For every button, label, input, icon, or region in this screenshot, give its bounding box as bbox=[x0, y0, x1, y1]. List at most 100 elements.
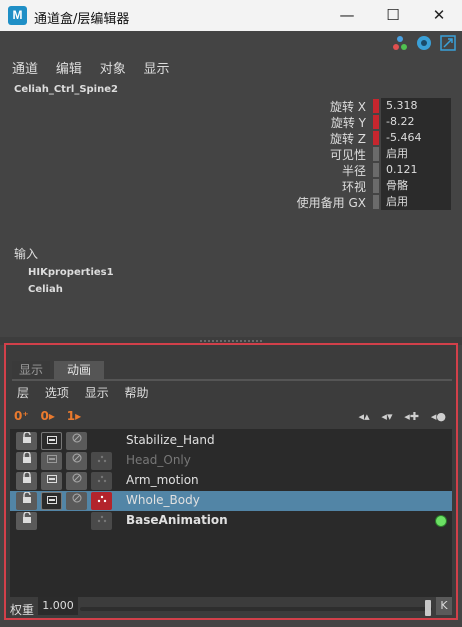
attr-label[interactable]: 旋转 Y bbox=[331, 114, 366, 131]
attr-label[interactable]: 使用备用 GX bbox=[297, 194, 366, 211]
weight-slider-track[interactable] bbox=[80, 607, 432, 611]
attr-value-field[interactable]: 骨骼 bbox=[381, 178, 451, 194]
layer-row[interactable]: Arm_motion bbox=[10, 471, 452, 491]
full-weight-key-icon[interactable]: 1▸ bbox=[67, 409, 81, 423]
ghost-icon[interactable] bbox=[91, 492, 112, 510]
ghost-icon[interactable] bbox=[91, 512, 112, 530]
solo-icon[interactable] bbox=[41, 432, 62, 450]
manipulator-icon[interactable] bbox=[392, 35, 408, 51]
lock-icon[interactable] bbox=[16, 471, 37, 490]
channel-box-tool-icons bbox=[388, 35, 456, 53]
attr-label[interactable]: 旋转 X bbox=[330, 98, 366, 115]
move-layer-down-icon[interactable]: ◂▾ bbox=[381, 410, 392, 423]
layer-row-selected[interactable]: Whole_Body bbox=[10, 491, 452, 511]
attr-value-field[interactable]: -8.22 bbox=[381, 114, 451, 130]
layer-row[interactable]: Stabilize_Hand bbox=[10, 431, 452, 451]
attr-marker bbox=[373, 195, 379, 209]
attr-row-radius: 半径 0.121 bbox=[0, 162, 462, 178]
layer-name[interactable]: Whole_Body bbox=[126, 493, 200, 507]
splitter-grip[interactable] bbox=[200, 340, 262, 342]
menu-layers[interactable]: 层 bbox=[17, 386, 29, 400]
new-layer-from-selected-icon[interactable]: ◂● bbox=[431, 410, 446, 423]
layer-list: Stabilize_Hand Head_Only Arm_motion Whol… bbox=[10, 429, 452, 597]
attr-row-rotate-y: 旋转 Y -8.22 bbox=[0, 114, 462, 130]
keyed-marker bbox=[373, 99, 379, 113]
menu-object[interactable]: 对象 bbox=[100, 62, 126, 77]
lock-icon[interactable] bbox=[16, 491, 37, 510]
solo-icon[interactable] bbox=[41, 492, 62, 510]
mute-icon[interactable] bbox=[66, 432, 87, 450]
attr-label[interactable]: 可见性 bbox=[330, 146, 366, 163]
lock-icon[interactable] bbox=[16, 451, 37, 470]
menu-options[interactable]: 选项 bbox=[45, 386, 69, 400]
layer-row[interactable]: BaseAnimation bbox=[10, 511, 452, 531]
layer-editor-panel: 显示 动画 层 选项 显示 帮助 0⁺ 0▸ 1▸ ◂▴ ◂▾ ◂✚ ◂● St… bbox=[4, 343, 458, 620]
menu-show[interactable]: 显示 bbox=[85, 386, 109, 400]
layer-tools-right: ◂▴ ◂▾ ◂✚ ◂● bbox=[351, 409, 446, 423]
layer-name[interactable]: Arm_motion bbox=[126, 473, 199, 487]
title-bar: M 通道盒/层编辑器 — ☐ ✕ bbox=[0, 0, 462, 31]
attr-row-rotate-z: 旋转 Z -5.464 bbox=[0, 130, 462, 146]
attr-value-field[interactable]: 5.318 bbox=[381, 98, 451, 114]
active-layer-indicator-icon bbox=[435, 515, 447, 527]
weight-slider-handle[interactable] bbox=[425, 600, 431, 616]
layer-editor-menu: 层 选项 显示 帮助 bbox=[17, 384, 161, 401]
menu-channels[interactable]: 通道 bbox=[12, 62, 38, 77]
new-layer-icon[interactable]: ◂✚ bbox=[404, 410, 419, 423]
lock-icon[interactable] bbox=[16, 431, 37, 450]
layer-tools-left: 0⁺ 0▸ 1▸ bbox=[14, 409, 89, 423]
weight-field[interactable]: 1.000 bbox=[38, 597, 78, 615]
mute-icon[interactable] bbox=[66, 452, 87, 470]
attr-value-field[interactable]: -5.464 bbox=[381, 130, 451, 146]
channel-box-menu: 通道 编辑 对象 显示 bbox=[12, 58, 184, 77]
input-node[interactable]: Celiah bbox=[28, 284, 63, 295]
selected-object-name[interactable]: Celiah_Ctrl_Spine2 bbox=[14, 84, 118, 95]
key-weight-button[interactable]: K bbox=[436, 597, 452, 615]
layer-name[interactable]: Head_Only bbox=[126, 453, 191, 467]
solo-icon[interactable] bbox=[41, 472, 62, 490]
layer-name[interactable]: BaseAnimation bbox=[126, 513, 228, 527]
solo-icon[interactable] bbox=[41, 452, 62, 470]
attr-value-field[interactable]: 启用 bbox=[381, 194, 451, 210]
attr-label[interactable]: 环视 bbox=[342, 178, 366, 195]
ghost-icon[interactable] bbox=[91, 472, 112, 490]
window-title: 通道盒/层编辑器 bbox=[34, 12, 130, 27]
weight-label: 权重 bbox=[10, 603, 35, 617]
tab-animation[interactable]: 动画 bbox=[54, 361, 104, 379]
attr-label[interactable]: 半径 bbox=[342, 162, 366, 179]
attr-row-use-alt-gx: 使用备用 GX 启用 bbox=[0, 194, 462, 210]
attr-row-look: 环视 骨骼 bbox=[0, 178, 462, 194]
lock-icon[interactable] bbox=[16, 511, 37, 530]
speed-icon[interactable] bbox=[416, 35, 432, 51]
attr-row-visibility: 可见性 启用 bbox=[0, 146, 462, 162]
mute-icon[interactable] bbox=[66, 492, 87, 510]
attr-value-field[interactable]: 0.121 bbox=[381, 162, 451, 178]
input-node[interactable]: HIKproperties1 bbox=[28, 267, 114, 278]
tab-strip bbox=[12, 379, 452, 381]
layer-row[interactable]: Head_Only bbox=[10, 451, 452, 471]
channel-box: 通道 编辑 对象 显示 Celiah_Ctrl_Spine2 旋转 X 5.31… bbox=[0, 31, 462, 337]
maya-app-icon: M bbox=[8, 6, 27, 25]
keyed-marker bbox=[373, 115, 379, 129]
move-layer-up-icon[interactable]: ◂▴ bbox=[359, 410, 370, 423]
attr-marker bbox=[373, 147, 379, 161]
close-button[interactable]: ✕ bbox=[416, 0, 462, 31]
maximize-button[interactable]: ☐ bbox=[370, 0, 416, 31]
attr-marker bbox=[373, 163, 379, 177]
inputs-title: 输入 bbox=[14, 247, 39, 261]
ghost-icon[interactable] bbox=[91, 452, 112, 470]
zero-weight-key-icon[interactable]: 0▸ bbox=[41, 409, 55, 423]
menu-help[interactable]: 帮助 bbox=[125, 386, 149, 400]
attr-marker bbox=[373, 179, 379, 193]
expand-icon[interactable] bbox=[440, 35, 456, 51]
attr-label[interactable]: 旋转 Z bbox=[330, 130, 366, 147]
menu-show[interactable]: 显示 bbox=[144, 62, 170, 77]
attr-value-field[interactable]: 启用 bbox=[381, 146, 451, 162]
tab-display[interactable]: 显示 bbox=[12, 361, 50, 379]
mute-icon[interactable] bbox=[66, 472, 87, 490]
layer-name[interactable]: Stabilize_Hand bbox=[126, 433, 215, 447]
minimize-button[interactable]: — bbox=[324, 0, 370, 31]
keyed-marker bbox=[373, 131, 379, 145]
menu-edit[interactable]: 编辑 bbox=[56, 62, 82, 77]
zero-key-layer-icon[interactable]: 0⁺ bbox=[14, 409, 29, 423]
